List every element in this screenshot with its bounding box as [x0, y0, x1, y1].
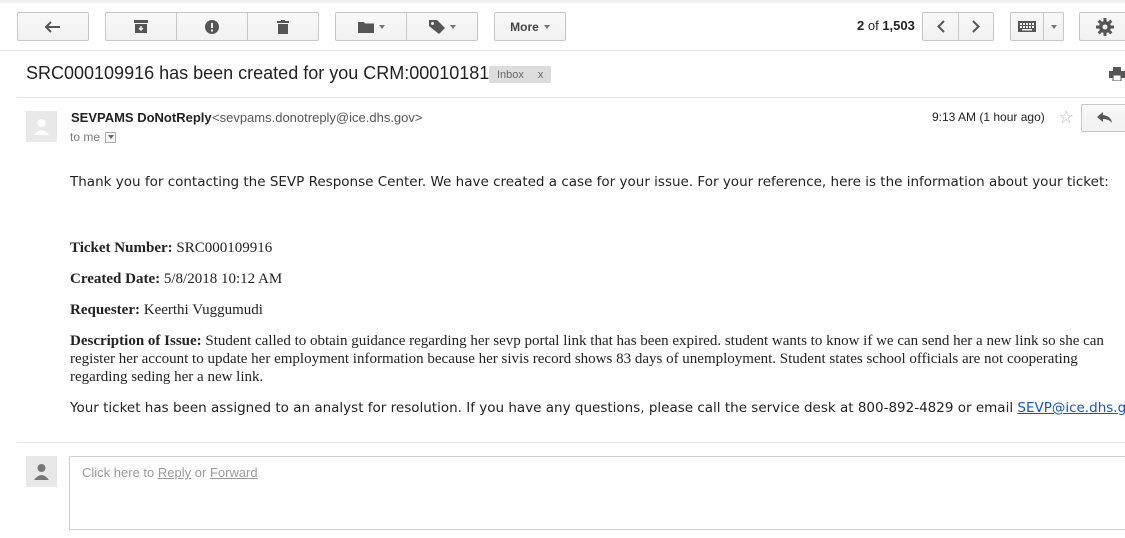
- reply-prompt-prefix: Click here to: [82, 465, 155, 480]
- counter-of: of: [867, 18, 879, 33]
- sender-email: <sevpams.donotreply@ice.dhs.gov>: [212, 110, 423, 125]
- organize-button-group: [335, 12, 478, 41]
- counter-total: 1,503: [882, 18, 915, 33]
- gear-icon: [1095, 17, 1114, 36]
- reply-prompt-or: or: [194, 465, 207, 480]
- email-intro: Thank you for contacting the SEVP Respon…: [70, 174, 1109, 190]
- message-counter: 2 of 1,503: [857, 18, 915, 33]
- chevron-down-icon: [378, 24, 385, 29]
- forward-link[interactable]: Forward: [210, 465, 258, 480]
- description-label: Description of Issue:: [70, 333, 202, 349]
- reply-icon: [1097, 112, 1112, 123]
- inbox-label-chip[interactable]: Inbox x: [489, 66, 552, 83]
- older-button[interactable]: [958, 13, 993, 40]
- pagination-group: [922, 12, 994, 41]
- ticket-number-line: Ticket Number: SRC000109916: [70, 239, 272, 257]
- chevron-down-icon: [107, 135, 114, 139]
- service-email-link[interactable]: SEVP@ice.dhs.gov: [1017, 400, 1125, 416]
- requester-line: Requester: Keerthi Vuggumudi: [70, 301, 263, 319]
- back-button[interactable]: [17, 12, 89, 41]
- created-date-label: Created Date:: [70, 271, 161, 287]
- reply-link[interactable]: Reply: [158, 465, 191, 480]
- label-tag-icon: [428, 19, 445, 34]
- move-to-folder-icon: [357, 21, 374, 33]
- description-value: Student called to obtain guidance regard…: [70, 333, 1104, 385]
- email-timestamp: 9:13 AM (1 hour ago): [932, 110, 1045, 124]
- more-label: More: [510, 19, 539, 34]
- show-details-button[interactable]: [105, 131, 117, 143]
- created-date-value: 5/8/2018 10:12 AM: [163, 271, 283, 287]
- archive-button[interactable]: [106, 13, 176, 40]
- description-paragraph: Description of Issue: Student called to …: [70, 332, 1125, 386]
- created-date-line: Created Date: 5/8/2018 10:12 AM: [70, 270, 282, 288]
- chevron-down-icon: [1050, 24, 1057, 29]
- sender-name[interactable]: SEVPAMS DoNotReply: [71, 110, 212, 125]
- reply-button[interactable]: [1081, 104, 1125, 132]
- reply-prompt: Click here to Reply or Forward: [82, 465, 258, 480]
- subject-divider: [17, 97, 1125, 98]
- delete-button[interactable]: [246, 13, 318, 40]
- message-divider: [17, 442, 1125, 443]
- more-button[interactable]: More: [494, 12, 566, 41]
- print-icon: [1109, 67, 1125, 82]
- input-tools-group: [1010, 12, 1064, 41]
- sender-avatar: [26, 111, 57, 142]
- email-subject: SRC000109916 has been created for you CR…: [26, 63, 490, 83]
- requester-value: Keerthi Vuggumudi: [143, 302, 263, 318]
- labels-button[interactable]: [406, 13, 477, 40]
- star-icon[interactable]: ☆: [1058, 107, 1074, 128]
- input-tools-dropdown[interactable]: [1043, 13, 1063, 40]
- toolbar-divider: [0, 50, 1125, 51]
- closing-text: Your ticket has been assigned to an anal…: [70, 400, 1014, 416]
- input-tools-button[interactable]: [1011, 13, 1043, 40]
- chevron-right-icon: [972, 20, 980, 33]
- counter-current: 2: [857, 18, 865, 33]
- remove-label-button[interactable]: x: [538, 69, 544, 81]
- report-spam-button[interactable]: [176, 13, 246, 40]
- chevron-left-icon: [936, 20, 945, 33]
- settings-button[interactable]: [1079, 12, 1125, 41]
- move-to-button[interactable]: [336, 13, 406, 40]
- chevron-down-icon: [543, 24, 550, 29]
- chevron-down-icon: [449, 24, 456, 29]
- top-border: [0, 0, 1125, 3]
- current-user-avatar: [26, 456, 57, 487]
- inbox-label-text: Inbox: [497, 68, 524, 81]
- recipient-text: to me: [70, 130, 101, 144]
- print-all-button[interactable]: [1109, 67, 1125, 86]
- avatar-icon: [34, 464, 49, 480]
- action-button-group: [105, 12, 319, 41]
- keyboard-icon: [1018, 21, 1036, 32]
- archive-icon: [134, 20, 149, 33]
- ticket-number-value: SRC000109916: [176, 240, 273, 256]
- avatar-icon: [34, 119, 49, 135]
- closing-paragraph: Your ticket has been assigned to an anal…: [70, 400, 1125, 416]
- trash-icon: [276, 19, 289, 34]
- ticket-number-label: Ticket Number:: [70, 240, 173, 256]
- newer-button[interactable]: [923, 13, 958, 40]
- back-arrow-icon: [45, 20, 60, 33]
- report-spam-icon: [205, 19, 219, 34]
- requester-label: Requester:: [70, 302, 140, 318]
- recipient-line: to me: [70, 130, 117, 144]
